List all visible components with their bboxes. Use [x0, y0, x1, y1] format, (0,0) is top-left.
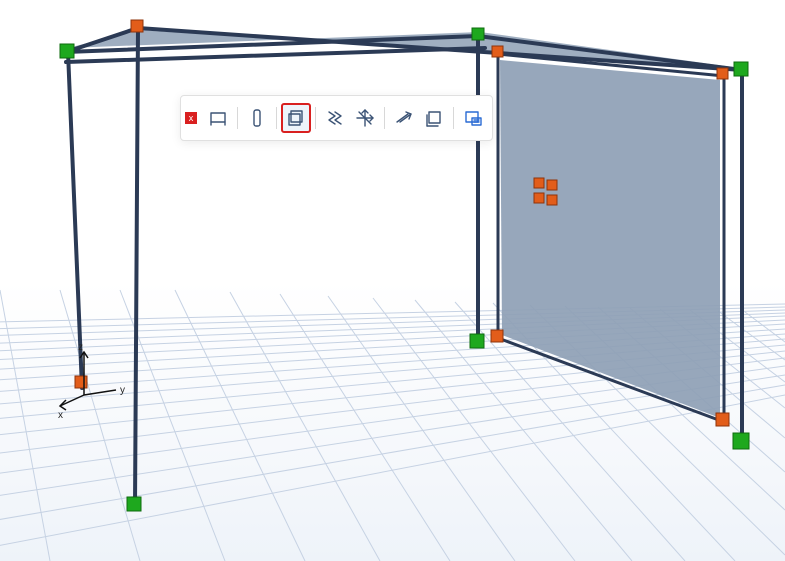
structure [60, 20, 749, 511]
add-opening-button[interactable] [281, 103, 311, 133]
toolbar-separator [276, 107, 277, 129]
wind-direction-button[interactable] [389, 103, 419, 133]
3d-viewport[interactable]: z x y x [0, 0, 785, 561]
add-support-button[interactable] [350, 103, 380, 133]
toolbar-separator [453, 107, 454, 129]
toolbar-separator [384, 107, 385, 129]
scene-svg [0, 0, 785, 561]
add-load-button[interactable] [320, 103, 350, 133]
modeling-toolbar[interactable]: x [180, 95, 493, 141]
toolbar-separator [315, 107, 316, 129]
toolbar-separator [237, 107, 238, 129]
add-panel-button[interactable] [419, 103, 449, 133]
add-column-button[interactable] [242, 103, 272, 133]
toolbar-options-button[interactable] [458, 103, 488, 133]
toolbar-close-button[interactable]: x [185, 112, 197, 124]
wall-panel [500, 60, 720, 418]
add-single-member-button[interactable] [203, 103, 233, 133]
